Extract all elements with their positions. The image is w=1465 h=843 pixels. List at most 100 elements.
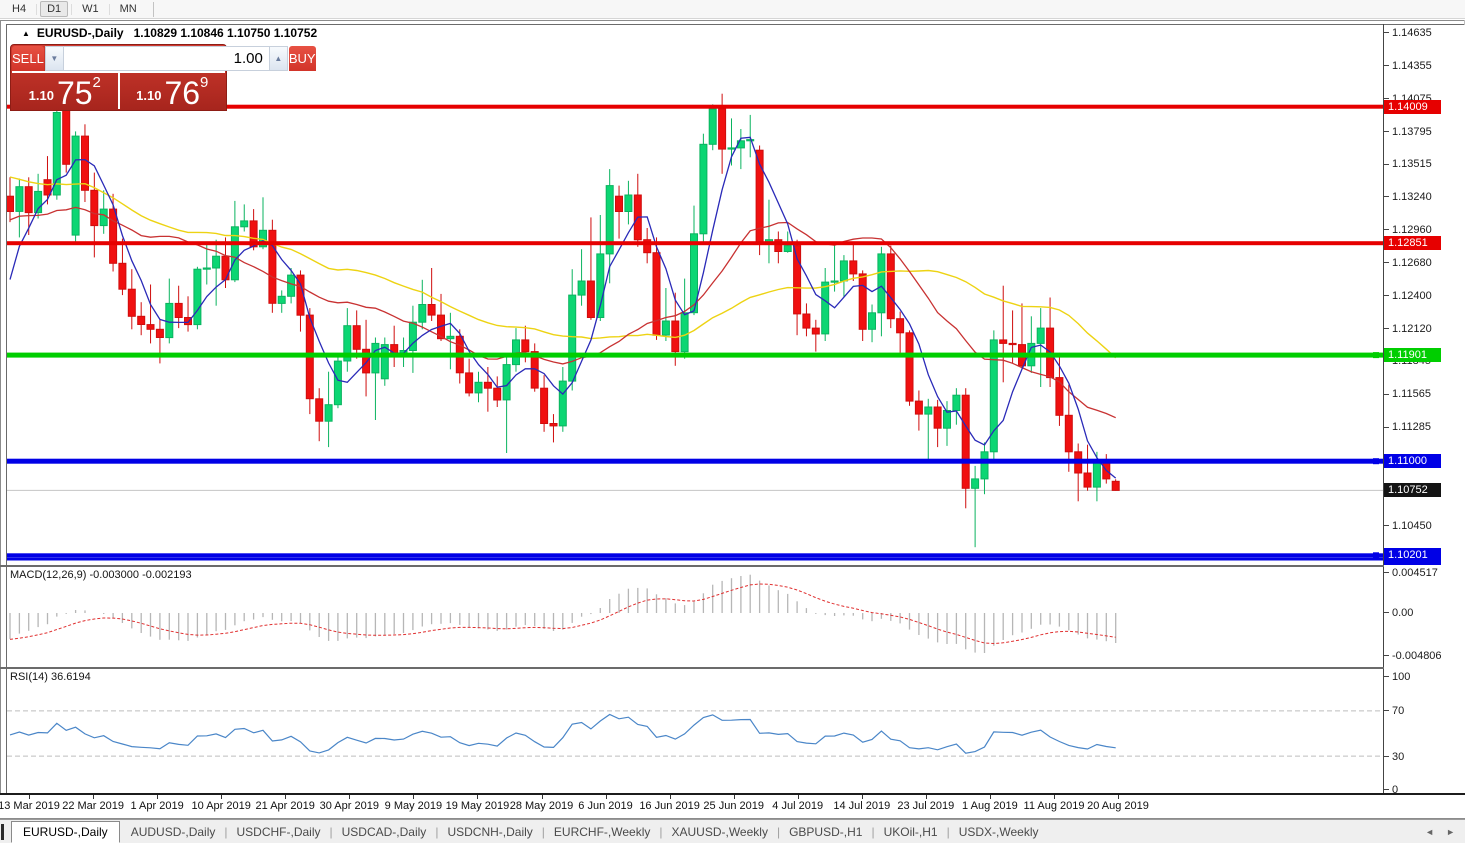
tab-gbpusd-h1[interactable]: GBPUSD-,H1 — [780, 822, 871, 842]
candle — [156, 329, 163, 337]
buy-button[interactable]: BUY — [289, 46, 316, 71]
price-tick: 1.12400 — [1384, 290, 1432, 303]
rsi-axis-label: 100 — [1384, 671, 1410, 684]
chart-tab-bar: EURUSD-,DailyAUDUSD-,Daily|USDCHF-,Daily… — [0, 819, 1465, 843]
chart-title-ohlc: 1.10829 1.10846 1.10750 1.10752 — [134, 26, 318, 40]
candle — [915, 401, 922, 414]
tab-usdx-weekly[interactable]: USDX-,Weekly — [950, 822, 1048, 842]
tab-eurchf-weekly[interactable]: EURCHF-,Weekly — [545, 822, 659, 842]
date-label: 11 Aug 2019 — [1024, 800, 1085, 812]
window-border — [0, 20, 1, 818]
candle — [522, 340, 529, 352]
volume-decrease-icon[interactable]: ▼ — [46, 47, 64, 70]
candle — [616, 196, 623, 211]
candle — [906, 333, 913, 401]
horizontal-level-line[interactable] — [7, 353, 1383, 358]
timeframe-d1-button[interactable]: D1 — [40, 1, 68, 17]
toolbar-separator — [109, 4, 110, 15]
horizontal-level-line[interactable] — [7, 558, 1383, 561]
rsi-line — [10, 715, 1116, 754]
line-handle[interactable] — [1373, 458, 1379, 464]
candle — [831, 281, 838, 282]
candle — [850, 261, 857, 274]
timeframe-toolbar: H4 D1 W1 MN — [0, 0, 1465, 19]
candle — [541, 388, 548, 423]
candle — [138, 316, 145, 324]
candle — [128, 289, 135, 316]
price-tick: 1.10450 — [1384, 520, 1432, 533]
candle — [72, 136, 79, 235]
candle — [484, 382, 491, 388]
date-label: 23 Jul 2019 — [897, 800, 954, 812]
price-tick: 1.12680 — [1384, 257, 1432, 270]
tab-usdchf-daily[interactable]: USDCHF-,Daily — [228, 822, 330, 842]
candle — [822, 282, 829, 334]
candle — [110, 209, 117, 263]
tab-xauusd-weekly[interactable]: XAUUSD-,Weekly — [662, 822, 776, 842]
price-tick: 1.13240 — [1384, 191, 1432, 204]
candle — [1093, 461, 1100, 487]
date-tick — [1054, 795, 1055, 799]
price-axis[interactable]: 1.146351.143551.140751.137951.135151.132… — [1384, 25, 1465, 793]
level-price-label: 1.11000 — [1384, 454, 1441, 468]
date-tick — [734, 795, 735, 799]
date-tick — [29, 795, 30, 799]
candle — [897, 319, 904, 333]
candle — [82, 136, 89, 190]
candle — [784, 246, 791, 252]
tab-audusd-daily[interactable]: AUDUSD-,Daily — [122, 822, 225, 842]
date-tick — [93, 795, 94, 799]
rsi-label: RSI(14) 36.6194 — [10, 671, 91, 683]
sell-button[interactable]: SELL — [12, 46, 44, 71]
candle — [466, 373, 473, 393]
candle — [213, 256, 220, 268]
candle — [147, 325, 154, 330]
candle — [578, 281, 585, 295]
candle — [353, 326, 360, 350]
timeframe-mn-button[interactable]: MN — [113, 1, 144, 17]
sell-price-display[interactable]: 1.10 75 2 — [12, 73, 118, 109]
date-label: 1 Aug 2019 — [962, 800, 1018, 812]
buy-price-display[interactable]: 1.10 76 9 — [120, 73, 226, 109]
timeframe-h4-button[interactable]: H4 — [5, 1, 33, 17]
date-label: 4 Jul 2019 — [772, 800, 823, 812]
date-label: 9 May 2019 — [385, 800, 442, 812]
tab-usdcnh-daily[interactable]: USDCNH-,Daily — [438, 822, 541, 842]
date-axis[interactable]: 13 Mar 201922 Mar 20191 Apr 201910 Apr 2… — [0, 795, 1465, 818]
timeframe-w1-button[interactable]: W1 — [75, 1, 106, 17]
macd-panel[interactable]: MACD(12,26,9) -0.003000 -0.002193 — [7, 567, 1383, 667]
price-axis-main-section: 1.146351.143551.140751.137951.135151.132… — [1384, 25, 1465, 565]
tab-scroll-right-icon[interactable]: ► — [1446, 827, 1455, 837]
tab-bar-grip — [1, 824, 4, 840]
rsi-panel[interactable]: RSI(14) 36.6194 — [7, 669, 1383, 793]
date-tick — [542, 795, 543, 799]
date-tick — [413, 795, 414, 799]
date-label: 20 Aug 2019 — [1087, 800, 1149, 812]
date-label: 19 May 2019 — [446, 800, 510, 812]
tab-ukoil-h1[interactable]: UKOil-,H1 — [875, 822, 947, 842]
tab-eurusd-daily[interactable]: EURUSD-,Daily — [11, 821, 120, 843]
candle — [1009, 343, 1016, 344]
buy-price-big: 76 — [164, 78, 200, 108]
date-label: 6 Jun 2019 — [578, 800, 632, 812]
candle — [625, 195, 632, 212]
candle — [175, 303, 182, 317]
chart-title: ▲ EURUSD-,Daily 1.10829 1.10846 1.10750 … — [22, 26, 317, 40]
price-tick: 1.11565 — [1384, 388, 1431, 401]
level-price-label: 1.14009 — [1384, 100, 1441, 114]
tab-scroll-left-icon[interactable]: ◄ — [1425, 827, 1434, 837]
tab-usdcad-daily[interactable]: USDCAD-,Daily — [333, 822, 436, 842]
horizontal-level-line[interactable] — [7, 459, 1383, 464]
line-handle[interactable] — [1373, 352, 1379, 358]
candle — [559, 381, 566, 426]
date-label: 25 Jun 2019 — [703, 800, 764, 812]
candle — [372, 343, 379, 373]
horizontal-level-line[interactable] — [7, 241, 1383, 245]
line-handle[interactable] — [1373, 552, 1379, 558]
volume-input[interactable] — [64, 47, 269, 70]
horizontal-level-line[interactable] — [7, 553, 1383, 557]
candle — [972, 479, 979, 488]
macd-axis-label: 0.004517 — [1384, 567, 1438, 580]
collapse-panel-icon[interactable]: ▲ — [22, 29, 30, 38]
volume-increase-icon[interactable]: ▲ — [269, 47, 287, 70]
